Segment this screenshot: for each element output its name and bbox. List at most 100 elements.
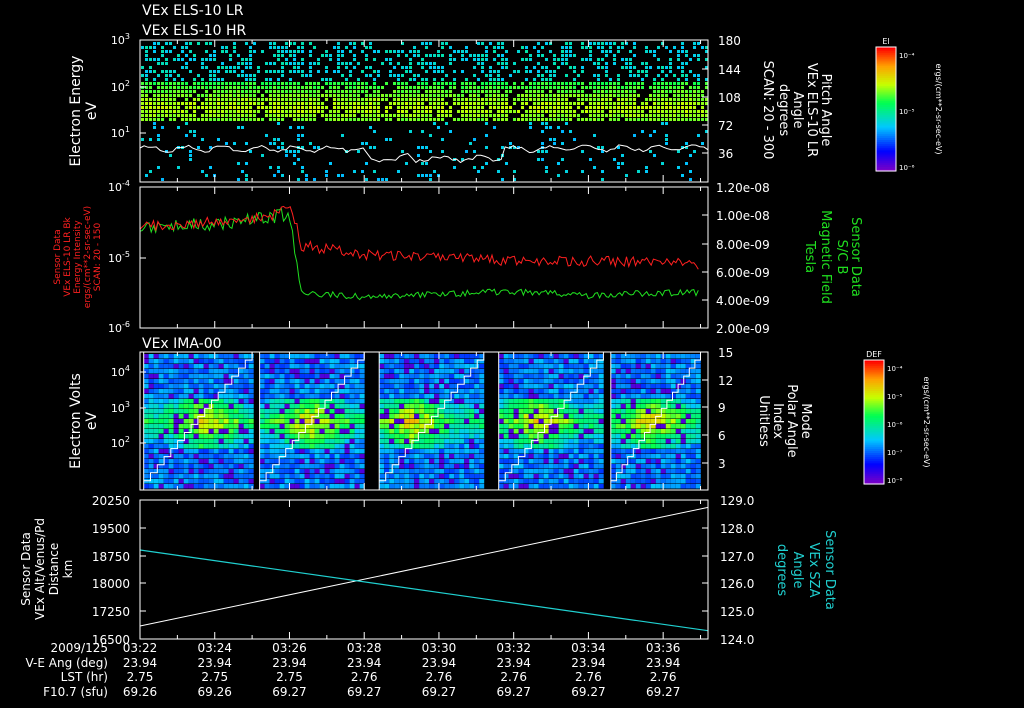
p3-cell [158,474,164,479]
p3-cell [625,364,631,369]
p3-cell [419,464,425,469]
p1-cell [501,46,504,49]
p1-cell [481,58,484,61]
p3-cell [645,474,651,479]
p3-cell [193,449,199,454]
p3-cell [208,384,214,389]
p3-cell [384,444,390,449]
p1-cell [285,154,288,157]
p1-cell [373,94,376,97]
p1-cell [481,42,484,45]
p1-cell [429,178,432,181]
p1-cell [525,102,528,105]
p1-cell [341,134,344,137]
p1-cell [289,54,292,57]
p3-cell [498,464,504,469]
p1-cell [421,62,424,65]
p3-cell [399,469,405,474]
p1-cell [285,94,288,97]
p1-cell [425,114,428,117]
p3-cell [389,484,395,489]
p1-cell [665,114,668,117]
p1-cell [477,54,480,57]
p3-cell [528,384,534,389]
p3-cell [148,354,154,359]
p3-cell [153,454,159,459]
p1-cell [193,134,196,137]
p1-cell [629,66,632,69]
p1-cell [561,90,564,93]
p3-cell [459,419,465,424]
p3-cell [208,409,214,414]
p3-cell [598,439,604,444]
p3-cell [640,414,646,419]
p3-cell [198,469,204,474]
p3-cell [163,434,169,439]
p1-cell [385,98,388,101]
p3-cell [163,444,169,449]
p1-cell [561,118,564,121]
p1-cell [397,82,400,85]
p3-cell [620,354,626,359]
p1-cell [161,90,164,93]
p3-cell [213,414,219,419]
p1-cell [433,82,436,85]
p3-cell [503,429,509,434]
p3-cell [309,459,315,464]
p1-cell [273,98,276,101]
p1-cell [437,106,440,109]
p3-cell [349,369,355,374]
p3-cell [339,409,345,414]
p1-cell [317,70,320,73]
p3-cell [660,454,666,459]
p3-cell [279,419,285,424]
p1-cell [489,102,492,105]
p1-cell [301,114,304,117]
p1-cell [417,54,420,57]
p1-cell [145,174,148,177]
p1-cell [589,86,592,89]
p1-cell [177,74,180,77]
p3-cell [409,389,415,394]
p1-cell [429,106,432,109]
p3-cell [543,454,549,459]
p1-cell [681,98,684,101]
p3-cell [449,359,455,364]
p3-cell [533,419,539,424]
p3-cell [655,364,661,369]
p3-cell [578,354,584,359]
p3-cell [474,444,480,449]
p1-cell [481,82,484,85]
p1-cell [589,110,592,113]
p3-cell [259,369,265,374]
p2-series [139,205,699,301]
p1-cell [401,50,404,53]
p1-cell [545,118,548,121]
p1-cell [349,90,352,93]
p3-cell [334,484,340,489]
p1-cell [453,102,456,105]
p3-cell [573,359,579,364]
p3-cell [409,369,415,374]
p1-cell [281,90,284,93]
p3-cell [409,454,415,459]
p3-cell [670,464,676,469]
p3-cell [269,359,275,364]
p1-cell [377,178,380,181]
p3-cell [409,384,415,389]
p1-cell [645,114,648,117]
p1-cell [377,94,380,97]
p3-cell [598,449,604,454]
p1-cell [545,106,548,109]
p1-cell [533,118,536,121]
p3-cell [404,464,410,469]
p1-cell [249,50,252,53]
p1-cell [581,102,584,105]
p3-cell [319,479,325,484]
p1-cell [589,114,592,117]
p1-cell [517,110,520,113]
p1-cell [633,98,636,101]
p3-cell [329,414,335,419]
p3-cell [218,474,224,479]
p1-cell [273,138,276,141]
